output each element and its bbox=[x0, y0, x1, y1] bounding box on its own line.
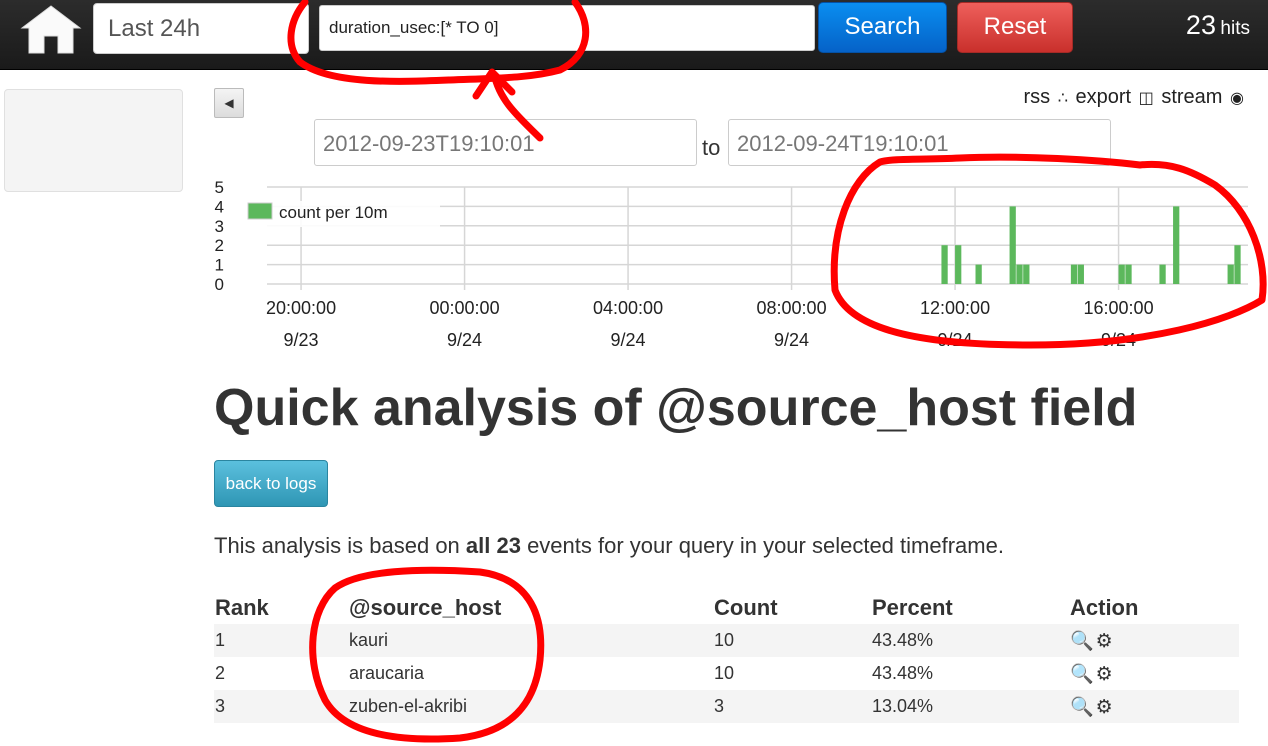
summary-post: events for your query in your selected t… bbox=[520, 533, 1004, 558]
dashboard-icon: ◉ bbox=[1230, 90, 1244, 107]
col-header-rank[interactable]: Rank bbox=[214, 591, 348, 624]
hits-count: 23 bbox=[1185, 10, 1216, 40]
x-tick-date-label: 9/24 bbox=[447, 330, 482, 350]
home-icon[interactable] bbox=[18, 2, 84, 56]
export-links: rss ∴ export ◫ stream ◉ bbox=[1000, 86, 1244, 109]
host-cell: araucaria bbox=[349, 663, 425, 683]
rank-cell: 3 bbox=[214, 690, 348, 723]
histogram-bar bbox=[1118, 264, 1125, 284]
export-link[interactable]: export bbox=[1076, 86, 1132, 108]
histogram-bar bbox=[1077, 264, 1084, 284]
histogram-bar bbox=[1125, 264, 1132, 284]
x-tick-time-label: 20:00:00 bbox=[266, 298, 336, 318]
action-cell: 🔍⚙ bbox=[1069, 690, 1239, 723]
rank-cell: 1 bbox=[214, 624, 348, 657]
date-to-input[interactable]: 2012-09-24T19:10:01 bbox=[728, 119, 1111, 166]
count-cell: 3 bbox=[713, 690, 871, 723]
host-cell: kauri bbox=[348, 624, 713, 657]
hits-counter: 23 hits bbox=[1150, 10, 1250, 41]
table-row: 3 zuben-el-akribi 3 13.04% 🔍⚙ bbox=[214, 690, 1239, 723]
histogram-bar bbox=[1159, 264, 1166, 284]
timeframe-select[interactable]: Last 24h bbox=[93, 3, 309, 54]
search-icon[interactable]: 🔍 bbox=[1070, 697, 1096, 718]
histogram-bar bbox=[1227, 264, 1234, 284]
x-tick-date-label: 9/24 bbox=[1101, 330, 1136, 350]
top-navbar: Last 24h duration_usec:[* TO 0] Search R… bbox=[0, 0, 1268, 70]
hits-label: hits bbox=[1220, 18, 1250, 39]
action-cell: 🔍⚙ bbox=[1069, 624, 1239, 657]
table-header-row: Rank @source_host Count Percent Action bbox=[214, 591, 1239, 624]
histogram-bar bbox=[1009, 206, 1016, 284]
count-cell: 10 bbox=[713, 624, 871, 657]
back-to-logs-button[interactable]: back to logs bbox=[214, 460, 328, 507]
search-icon[interactable]: 🔍 bbox=[1070, 664, 1096, 685]
percent-cell: 13.04% bbox=[871, 690, 1069, 723]
search-icon[interactable]: 🔍 bbox=[1070, 631, 1096, 652]
gear-icon[interactable]: ⚙ bbox=[1096, 697, 1115, 718]
summary-pre: This analysis is based on bbox=[214, 533, 466, 558]
date-to-label: to bbox=[702, 135, 721, 160]
histogram-bar bbox=[1173, 206, 1180, 284]
host-cell: zuben-el-akribi bbox=[348, 690, 713, 723]
x-tick-time-label: 04:00:00 bbox=[593, 298, 663, 318]
histogram-bar bbox=[955, 245, 962, 284]
rss-icon: ∴ bbox=[1057, 90, 1068, 107]
x-tick-date-label: 9/24 bbox=[938, 330, 973, 350]
collapse-sidebar-button[interactable]: ◀ bbox=[214, 88, 244, 118]
x-tick-time-label: 08:00:00 bbox=[757, 298, 827, 318]
analysis-summary: This analysis is based on all 23 events … bbox=[214, 533, 1004, 559]
rank-cell: 2 bbox=[215, 663, 226, 683]
stream-link[interactable]: stream bbox=[1161, 86, 1222, 108]
analysis-table: Rank @source_host Count Percent Action 1… bbox=[214, 591, 1239, 723]
x-tick-time-label: 16:00:00 bbox=[1084, 298, 1154, 318]
y-tick-label: 5 bbox=[215, 178, 224, 197]
x-tick-date-label: 9/23 bbox=[284, 330, 319, 350]
col-header-source-host[interactable]: @source_host bbox=[348, 591, 713, 624]
x-tick-date-label: 9/24 bbox=[774, 330, 809, 350]
rss-link[interactable]: rss bbox=[1024, 86, 1051, 108]
percent-cell: 43.48% bbox=[871, 624, 1069, 657]
y-tick-label: 2 bbox=[215, 236, 224, 255]
table-row: 1 kauri 10 43.48% 🔍⚙ bbox=[214, 624, 1239, 657]
y-tick-label: 1 bbox=[215, 256, 224, 275]
y-tick-label: 3 bbox=[215, 217, 224, 236]
x-tick-date-label: 9/24 bbox=[611, 330, 646, 350]
hdd-icon: ◫ bbox=[1138, 90, 1154, 107]
gear-icon[interactable]: ⚙ bbox=[1096, 664, 1115, 685]
col-header-count[interactable]: Count bbox=[713, 591, 871, 624]
count-cell: 10 bbox=[714, 663, 735, 683]
x-tick-time-label: 00:00:00 bbox=[430, 298, 500, 318]
histogram-bar bbox=[1234, 245, 1241, 284]
summary-count: all 23 bbox=[465, 533, 521, 558]
search-button[interactable]: Search bbox=[818, 2, 947, 53]
col-header-action: Action bbox=[1070, 594, 1139, 620]
page-title: Quick analysis of @source_host field bbox=[214, 379, 1138, 437]
search-query-input[interactable]: duration_usec:[* TO 0] bbox=[319, 5, 815, 51]
x-tick-time-label: 12:00:00 bbox=[920, 298, 990, 318]
histogram-bar bbox=[975, 264, 982, 284]
histogram-bar bbox=[941, 245, 948, 284]
date-from-input[interactable]: 2012-09-23T19:10:01 bbox=[314, 119, 697, 166]
legend-label: count per 10m bbox=[279, 203, 388, 222]
gear-icon[interactable]: ⚙ bbox=[1096, 631, 1115, 652]
sidebar-panel bbox=[4, 89, 183, 192]
histogram-bar bbox=[1070, 264, 1078, 284]
legend-swatch bbox=[247, 202, 273, 220]
reset-button[interactable]: Reset bbox=[957, 2, 1073, 53]
y-tick-label: 0 bbox=[215, 275, 224, 294]
table-row: 2 araucaria 10 43.48% 🔍⚙ bbox=[214, 657, 1239, 690]
histogram-chart: 012345 20:00:00 9/23 00:00:00 9/24 04:00:00 9/… bbox=[215, 178, 1248, 350]
histogram-bar bbox=[1023, 264, 1030, 284]
y-tick-label: 4 bbox=[215, 197, 224, 216]
histogram-bar bbox=[1016, 264, 1023, 284]
percent-cell: 43.48% bbox=[872, 663, 934, 683]
col-header-percent[interactable]: Percent bbox=[871, 591, 1069, 624]
action-cell: 🔍⚙ bbox=[1069, 657, 1239, 690]
